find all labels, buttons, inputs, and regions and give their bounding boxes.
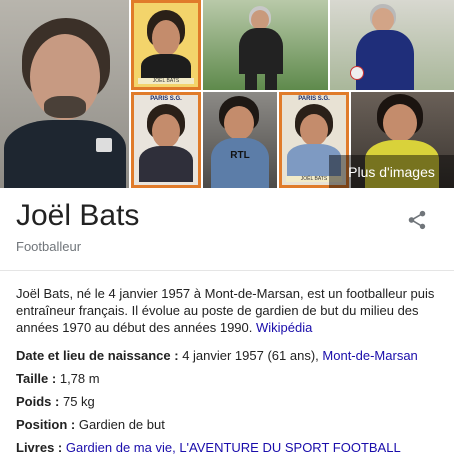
description-text: Joël Bats, né le 4 janvier 1957 à Mont-d… bbox=[16, 286, 435, 335]
card-frame bbox=[131, 92, 201, 188]
card-frame bbox=[131, 0, 201, 90]
image-gallery: JOËL BATS PARIS S.G. RTL PARIS S.G. JOËL… bbox=[0, 0, 454, 188]
fact-value: 1,78 m bbox=[59, 371, 100, 386]
photo-training[interactable] bbox=[203, 0, 328, 90]
birthplace-link[interactable]: Mont-de-Marsan bbox=[322, 348, 417, 363]
fact-books: Livres : Gardien de ma vie, L'AVENTURE D… bbox=[16, 440, 401, 455]
fact-height: Taille : 1,78 m bbox=[16, 371, 100, 386]
wikipedia-link[interactable]: Wikipédia bbox=[256, 320, 312, 335]
fact-key: Poids bbox=[16, 394, 52, 409]
fact-key: Livres bbox=[16, 440, 55, 455]
fact-key: Taille bbox=[16, 371, 49, 386]
description: Joël Bats, né le 4 janvier 1957 à Mont-d… bbox=[16, 285, 442, 336]
fact-position: Position : Gardien de but bbox=[16, 417, 165, 432]
more-images-button[interactable]: Plus d'images bbox=[329, 155, 454, 188]
shirt-sponsor-text: RTL bbox=[230, 150, 250, 161]
section-divider bbox=[0, 270, 454, 271]
fact-weight: Poids : 75 kg bbox=[16, 394, 95, 409]
share-icon[interactable] bbox=[406, 209, 428, 231]
photo-blue-kit[interactable] bbox=[330, 0, 454, 90]
entity-subtitle: Footballeur bbox=[16, 239, 82, 254]
main-photo[interactable] bbox=[0, 0, 129, 188]
fact-value: Gardien de but bbox=[78, 417, 165, 432]
fact-key: Date et lieu de naissance bbox=[16, 348, 171, 363]
photo-card-1[interactable]: JOËL BATS bbox=[131, 0, 201, 90]
fact-key: Position bbox=[16, 417, 68, 432]
photo-card-2[interactable]: PARIS S.G. bbox=[131, 92, 201, 188]
photo-rtl-shirt[interactable]: RTL bbox=[203, 92, 277, 188]
books-link[interactable]: Gardien de ma vie, L'AVENTURE DU SPORT F… bbox=[66, 440, 401, 455]
fact-value: 4 janvier 1957 (61 ans), bbox=[182, 348, 319, 363]
facts-list: Date et lieu de naissance : 4 janvier 19… bbox=[16, 347, 446, 462]
entity-title: Joël Bats bbox=[16, 199, 140, 232]
fact-birth: Date et lieu de naissance : 4 janvier 19… bbox=[16, 348, 418, 363]
fact-value: 75 kg bbox=[62, 394, 95, 409]
